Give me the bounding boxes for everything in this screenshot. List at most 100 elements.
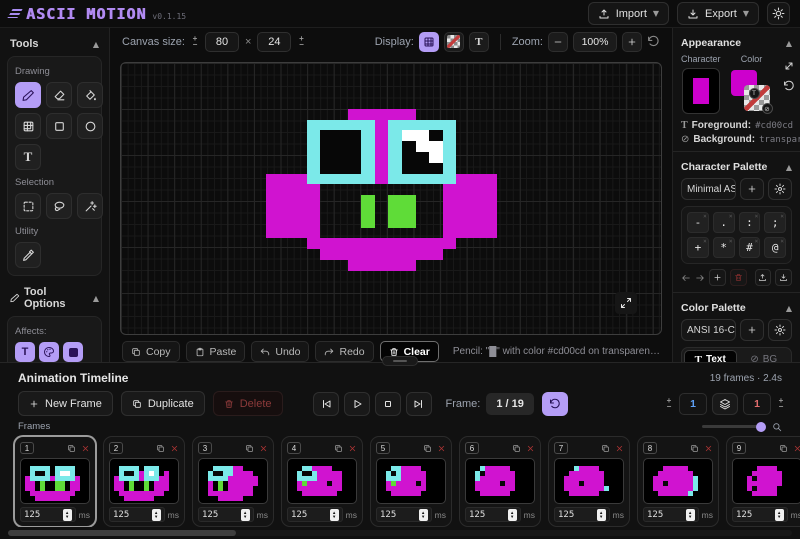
affects-background-toggle[interactable] (63, 342, 83, 362)
frame-card[interactable]: 1 125 ▴▾ ms (14, 436, 96, 527)
frame-duration-field[interactable]: 125 ▴▾ (376, 507, 432, 522)
delete-frame-icon[interactable] (704, 444, 713, 453)
remove-char-icon[interactable]: × (780, 213, 784, 220)
duplicate-frame-icon[interactable] (690, 444, 699, 453)
rect-select-tool-button[interactable] (15, 193, 41, 219)
frames-scrollbar[interactable] (8, 530, 792, 536)
palette-character-button[interactable]: @× (764, 237, 786, 258)
onion-next-stepper[interactable]: +− (776, 398, 786, 410)
thumbnail-size-slider[interactable] (702, 425, 766, 428)
appearance-header[interactable]: Appearance ▲ (681, 34, 792, 54)
play-button[interactable] (344, 392, 370, 416)
duplicate-frame-icon[interactable] (67, 444, 76, 453)
frame-thumbnail[interactable] (732, 458, 800, 504)
remove-char-icon[interactable]: × (729, 213, 733, 220)
frame-thumbnail[interactable] (198, 458, 268, 504)
frame-thumbnail[interactable] (287, 458, 357, 504)
slider-knob[interactable] (756, 422, 766, 432)
duration-stepper[interactable]: ▴▾ (241, 509, 250, 521)
frame-duration-field[interactable]: 125 ▴▾ (732, 507, 788, 522)
new-frame-button[interactable]: New Frame (18, 391, 113, 416)
text-color-tab[interactable]: TText (684, 350, 737, 362)
bg-color-tab[interactable]: ⊘BG (739, 350, 790, 362)
reset-colors-button[interactable] (783, 80, 795, 92)
undo-button[interactable]: Undo (251, 341, 309, 362)
import-palette-button[interactable] (775, 269, 792, 286)
tools-section-header[interactable]: Tools ▲ (6, 36, 103, 56)
frame-thumbnail[interactable] (20, 458, 90, 504)
onion-prev-stepper[interactable]: +− (664, 398, 674, 410)
delete-character-button[interactable] (730, 269, 747, 286)
duration-stepper[interactable]: ▴▾ (508, 509, 517, 521)
add-character-button[interactable] (709, 269, 726, 286)
palette-character-button[interactable]: :× (739, 212, 761, 233)
fill-tool-button[interactable] (77, 82, 103, 108)
duplicate-frame-icon[interactable] (512, 444, 521, 453)
frame-thumbnail[interactable] (465, 458, 535, 504)
duplicate-frame-icon[interactable] (334, 444, 343, 453)
frame-card[interactable]: 3 125 ▴▾ ms (192, 436, 274, 527)
rectangle-fill-tool-button[interactable] (15, 113, 41, 139)
text-tool-button[interactable]: T (15, 144, 41, 170)
duration-stepper[interactable]: ▴▾ (419, 509, 428, 521)
frame-duration-field[interactable]: 125 ▴▾ (109, 507, 165, 522)
ascii-canvas[interactable] (120, 62, 662, 335)
duplicate-frame-button[interactable]: Duplicate (121, 391, 205, 416)
grid-toggle-button[interactable] (419, 32, 439, 52)
magic-wand-tool-button[interactable] (77, 193, 103, 219)
canvas-width-input[interactable] (205, 32, 239, 52)
zoom-reset-button[interactable] (647, 35, 660, 48)
character-palette-select[interactable]: Minimal ASC ▼ (681, 178, 736, 200)
frame-card[interactable]: 2 125 ▴▾ ms (103, 436, 185, 527)
character-palette-header[interactable]: Character Palette ▲ (681, 158, 792, 178)
redo-button[interactable]: Redo (315, 341, 373, 362)
export-palette-button[interactable] (755, 269, 772, 286)
palette-character-button[interactable]: ;× (764, 212, 786, 233)
delete-frame-icon[interactable] (615, 444, 624, 453)
delete-frame-icon[interactable] (793, 444, 800, 453)
duplicate-frame-icon[interactable] (601, 444, 610, 453)
frame-card[interactable]: 9 125 ▴▾ ms (726, 436, 800, 527)
remove-char-icon[interactable]: × (780, 238, 784, 245)
zoom-in-button[interactable] (622, 32, 642, 52)
theme-toggle-button[interactable] (767, 2, 790, 25)
frame-thumbnail[interactable] (554, 458, 624, 504)
rectangle-tool-button[interactable] (46, 113, 72, 139)
remove-char-icon[interactable]: × (729, 238, 733, 245)
color-palette-header[interactable]: Color Palette ▲ (681, 299, 792, 319)
tool-options-header[interactable]: Tool Options ▲ (6, 284, 103, 316)
last-frame-button[interactable] (406, 392, 432, 416)
character-palette-settings-button[interactable] (768, 178, 792, 200)
duplicate-frame-icon[interactable] (779, 444, 788, 453)
frame-duration-field[interactable]: 125 ▴▾ (554, 507, 610, 522)
delete-frame-icon[interactable] (526, 444, 535, 453)
frame-card[interactable]: 6 125 ▴▾ ms (459, 436, 541, 527)
export-button[interactable]: Export ▼ (677, 2, 759, 25)
add-color-palette-button[interactable] (740, 319, 764, 341)
duration-stepper[interactable]: ▴▾ (152, 509, 161, 521)
eraser-tool-button[interactable] (46, 82, 72, 108)
onion-skin-toggle-button[interactable] (444, 32, 464, 52)
eyedropper-tool-button[interactable] (15, 242, 41, 268)
duplicate-frame-icon[interactable] (423, 444, 432, 453)
palette-character-button[interactable]: #× (739, 237, 761, 258)
frame-thumbnail[interactable] (109, 458, 179, 504)
duration-stepper[interactable]: ▴▾ (775, 509, 784, 521)
remove-char-icon[interactable]: × (755, 213, 759, 220)
frame-duration-field[interactable]: 125 ▴▾ (20, 507, 76, 522)
remove-char-icon[interactable]: × (703, 238, 707, 245)
duration-stepper[interactable]: ▴▾ (63, 509, 72, 521)
duration-stepper[interactable]: ▴▾ (330, 509, 339, 521)
onion-next-input[interactable]: 1 (743, 393, 771, 415)
affects-color-toggle[interactable] (39, 342, 59, 362)
affects-character-toggle[interactable]: T (15, 342, 35, 362)
palette-character-button[interactable]: .× (713, 212, 735, 233)
duration-stepper[interactable]: ▴▾ (597, 509, 606, 521)
frame-card[interactable]: 4 125 ▴▾ ms (281, 436, 363, 527)
copy-button[interactable]: Copy (122, 341, 180, 362)
height-stepper[interactable]: +− (296, 36, 306, 48)
move-char-right-button[interactable] (695, 273, 705, 283)
onion-skin-button[interactable] (712, 393, 738, 415)
pencil-tool-button[interactable] (15, 82, 41, 108)
first-frame-button[interactable] (313, 392, 339, 416)
